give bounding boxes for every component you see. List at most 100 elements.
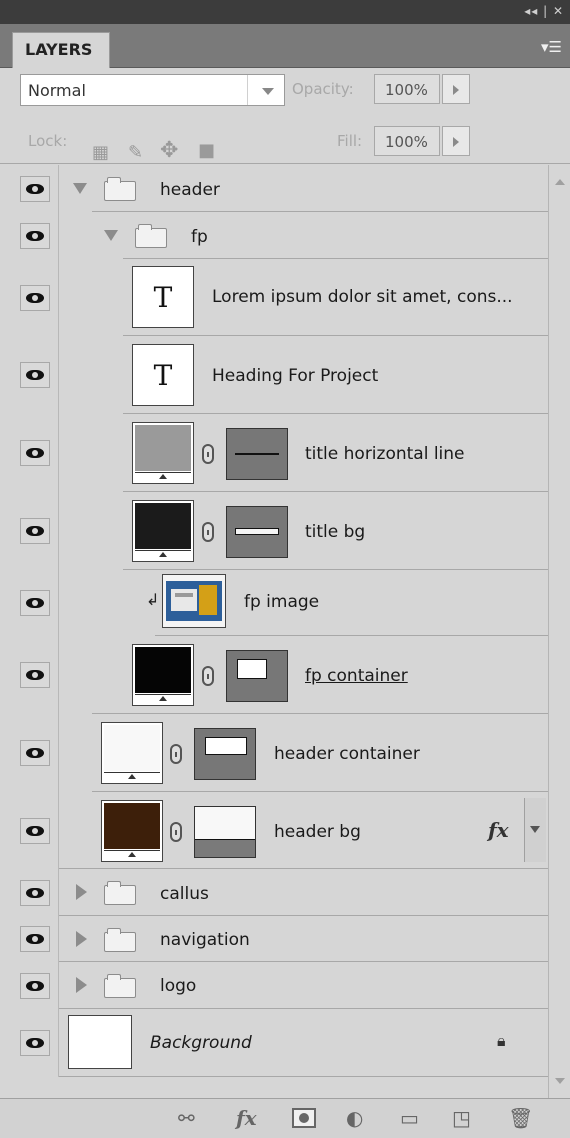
visibility-toggle[interactable] (12, 414, 59, 492)
panel-menu-icon[interactable]: ▾☰ (541, 38, 562, 56)
lock-transparent-icon[interactable]: ▦ (92, 142, 109, 163)
visibility-toggle[interactable] (12, 492, 59, 570)
eye-icon (20, 879, 50, 906)
collapse-triangle-icon[interactable] (76, 884, 87, 900)
blend-mode-value: Normal (28, 81, 86, 100)
opacity-input[interactable]: 100% (374, 74, 440, 104)
new-layer-icon[interactable]: ◳ (452, 1107, 471, 1129)
layer-name: header bg (274, 822, 361, 842)
lock-all-icon[interactable]: ■ (198, 140, 215, 161)
vector-mask-thumbnail (194, 728, 256, 780)
layer-row[interactable]: ↲ fp image (0, 570, 548, 636)
layer-row[interactable]: navigation (0, 916, 548, 962)
layer-row[interactable]: header container (0, 714, 548, 792)
layer-row[interactable]: T Lorem ipsum dolor sit amet, cons... (0, 259, 548, 336)
layer-name: callus (160, 884, 209, 904)
visibility-toggle[interactable] (12, 165, 59, 212)
layer-row[interactable]: callus (0, 869, 548, 916)
visibility-toggle[interactable] (12, 336, 59, 414)
layers-bottom-toolbar: ⚯ fx ◐ ▭ ◳ 🗑︎ (0, 1098, 570, 1138)
layer-row[interactable]: title horizontal line (0, 414, 548, 492)
layer-thumbnail (101, 800, 163, 862)
vector-mask-thumbnail (194, 806, 256, 858)
vector-mask-thumbnail (226, 506, 288, 558)
collapse-triangle-icon[interactable] (76, 977, 87, 993)
link-chain-icon[interactable] (202, 522, 214, 542)
layers-scrollbar[interactable] (548, 165, 570, 1098)
opacity-label: Opacity: (292, 80, 354, 98)
layer-controls: Normal Opacity: 100% Lock: ▦ ✎ ✥ ■ Fill:… (0, 68, 570, 164)
visibility-toggle[interactable] (12, 962, 59, 1009)
visibility-toggle[interactable] (12, 636, 59, 714)
layer-row[interactable]: fp container (0, 636, 548, 714)
panel-title-bar: ◂◂ | ✕ (0, 0, 570, 24)
trash-icon[interactable]: 🗑︎ (508, 1107, 533, 1129)
row-divider (59, 1076, 548, 1077)
layer-name: title horizontal line (305, 444, 465, 464)
layer-name: title bg (305, 522, 366, 542)
fx-icon[interactable]: fx (236, 1107, 257, 1129)
visibility-toggle[interactable] (12, 916, 59, 962)
link-chain-icon[interactable] (202, 666, 214, 686)
clipping-arrow-icon: ↲ (146, 590, 160, 609)
layer-row[interactable]: logo (0, 962, 548, 1009)
eye-icon (20, 175, 50, 202)
window-controls[interactable]: ◂◂ | ✕ (524, 4, 564, 18)
layer-row[interactable]: T Heading For Project (0, 336, 548, 414)
scroll-down-icon[interactable] (555, 1078, 565, 1084)
lock-label: Lock: (28, 132, 68, 150)
layer-row[interactable]: header (0, 165, 548, 212)
lock-move-icon[interactable]: ✥ (160, 138, 178, 163)
fx-icon[interactable]: fx (488, 818, 509, 842)
fill-input[interactable]: 100% (374, 126, 440, 156)
folder-icon (135, 224, 167, 248)
visibility-toggle[interactable] (12, 869, 59, 916)
visibility-toggle[interactable] (12, 1009, 59, 1077)
layer-row[interactable]: fp (0, 212, 548, 259)
layer-name: Heading For Project (212, 366, 379, 386)
tab-layers[interactable]: LAYERS (12, 32, 110, 68)
link-chain-icon[interactable] (170, 744, 182, 764)
panel-tab-row: LAYERS ▾☰ (0, 24, 570, 68)
blend-mode-select[interactable]: Normal (20, 74, 285, 106)
new-group-icon[interactable]: ▭ (400, 1107, 419, 1129)
add-mask-icon[interactable] (292, 1108, 316, 1128)
visibility-toggle[interactable] (12, 259, 59, 336)
layer-row[interactable]: title bg (0, 492, 548, 570)
scroll-up-icon[interactable] (555, 179, 565, 185)
eye-icon (20, 926, 50, 952)
visibility-toggle[interactable] (12, 570, 59, 636)
expand-triangle-icon[interactable] (73, 183, 87, 194)
link-chain-icon[interactable] (202, 444, 214, 464)
eye-icon (20, 662, 50, 688)
expand-triangle-icon[interactable] (104, 230, 118, 241)
folder-icon (104, 974, 136, 998)
eye-icon (20, 972, 50, 999)
layer-name: header (160, 180, 220, 200)
vector-mask-thumbnail (226, 650, 288, 702)
adjustment-layer-icon[interactable]: ◐ (346, 1107, 363, 1129)
layer-row[interactable]: Background 🔒︎ (0, 1009, 548, 1077)
eye-icon (20, 740, 50, 766)
link-chain-icon[interactable] (170, 822, 182, 842)
eye-icon (20, 1030, 50, 1056)
visibility-toggle[interactable] (12, 212, 59, 259)
layer-thumbnail (132, 500, 194, 562)
layer-name: Background (150, 1033, 252, 1053)
lock-brush-icon[interactable]: ✎ (128, 142, 143, 163)
fill-label: Fill: (337, 132, 363, 150)
expand-effects-button[interactable] (524, 798, 546, 862)
text-layer-thumbnail-icon: T (132, 266, 194, 328)
opacity-slider-button[interactable] (442, 74, 470, 104)
link-layers-icon[interactable]: ⚯ (178, 1107, 195, 1129)
visibility-toggle[interactable] (12, 714, 59, 792)
layer-thumbnail (132, 422, 194, 484)
visibility-toggle[interactable] (12, 792, 59, 869)
fill-slider-button[interactable] (442, 126, 470, 156)
eye-icon (20, 590, 50, 616)
folder-icon (104, 928, 136, 952)
collapse-triangle-icon[interactable] (76, 931, 87, 947)
layer-row[interactable]: header bg fx (0, 792, 548, 869)
text-layer-thumbnail-icon: T (132, 344, 194, 406)
eye-icon (20, 222, 50, 249)
